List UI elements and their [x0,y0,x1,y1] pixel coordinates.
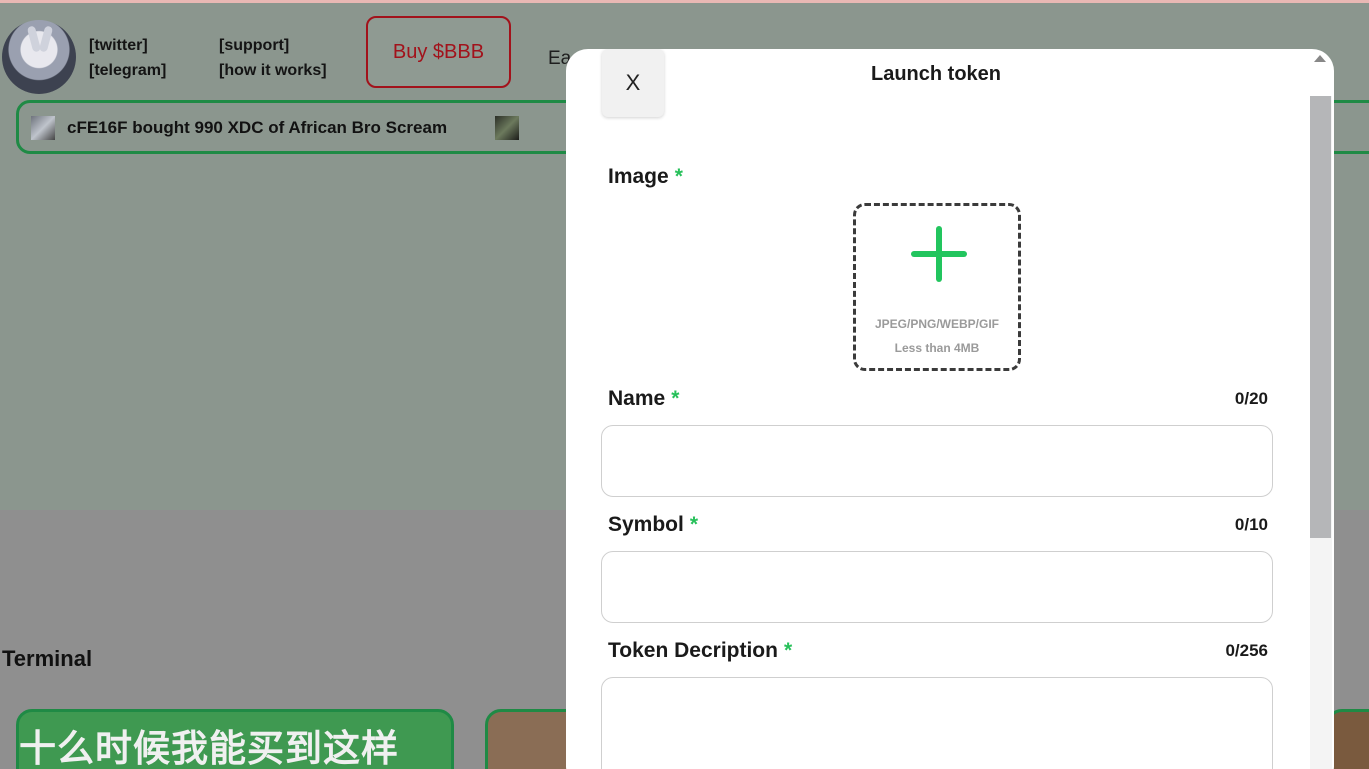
symbol-input[interactable] [601,551,1273,623]
upload-formats: JPEG/PNG/WEBP/GIF [874,317,1000,331]
symbol-label: Symbol * [608,513,698,537]
name-label-text: Name [608,387,666,410]
scrollbar-thumb[interactable] [1310,96,1331,538]
required-mark: * [689,513,699,536]
how-it-works-link[interactable]: [how it works] [219,62,327,80]
telegram-link[interactable]: [telegram] [89,62,166,80]
description-counter: 0/256 [1225,641,1268,660]
required-mark: * [783,639,793,662]
user-thumbnail [31,116,55,140]
description-label-text: Token Decription [608,639,778,662]
symbol-label-text: Symbol [608,513,684,536]
modal-title: Launch token [870,63,1001,85]
support-link[interactable]: [support] [219,37,289,55]
token-card-image-text: 十么时候我能买到这样 [19,727,399,769]
name-counter: 0/20 [1234,389,1268,408]
symbol-counter: 0/10 [1234,515,1268,534]
ticker-text: cFE16F bought 990 XDC of African Bro Scr… [67,118,448,137]
image-upload-dropzone[interactable]: JPEG/PNG/WEBP/GIF Less than 4MB [853,203,1021,371]
required-mark: * [671,387,680,410]
token-card[interactable]: 十么时候我能买到这样 [16,709,454,769]
name-input[interactable] [601,425,1273,497]
terminal-title: Terminal [2,646,93,671]
plus-icon-vertical [936,226,942,282]
buy-bbb-button[interactable]: Buy $BBB [366,16,511,88]
name-label: Name * [608,387,679,411]
launch-token-modal: X Launch token Image * JPEG/PNG/WEBP/GIF … [566,49,1334,769]
twitter-link[interactable]: [twitter] [89,37,148,55]
image-label-text: Image [608,165,669,188]
upload-size-limit: Less than 4MB [894,341,980,355]
image-label: Image * [608,165,683,189]
avatar[interactable] [2,20,76,94]
token-thumbnail [495,116,519,140]
description-textarea[interactable] [601,677,1273,769]
description-label: Token Decription * [608,639,792,663]
required-mark: * [674,165,683,188]
scroll-up-arrow-icon[interactable] [1314,55,1326,62]
